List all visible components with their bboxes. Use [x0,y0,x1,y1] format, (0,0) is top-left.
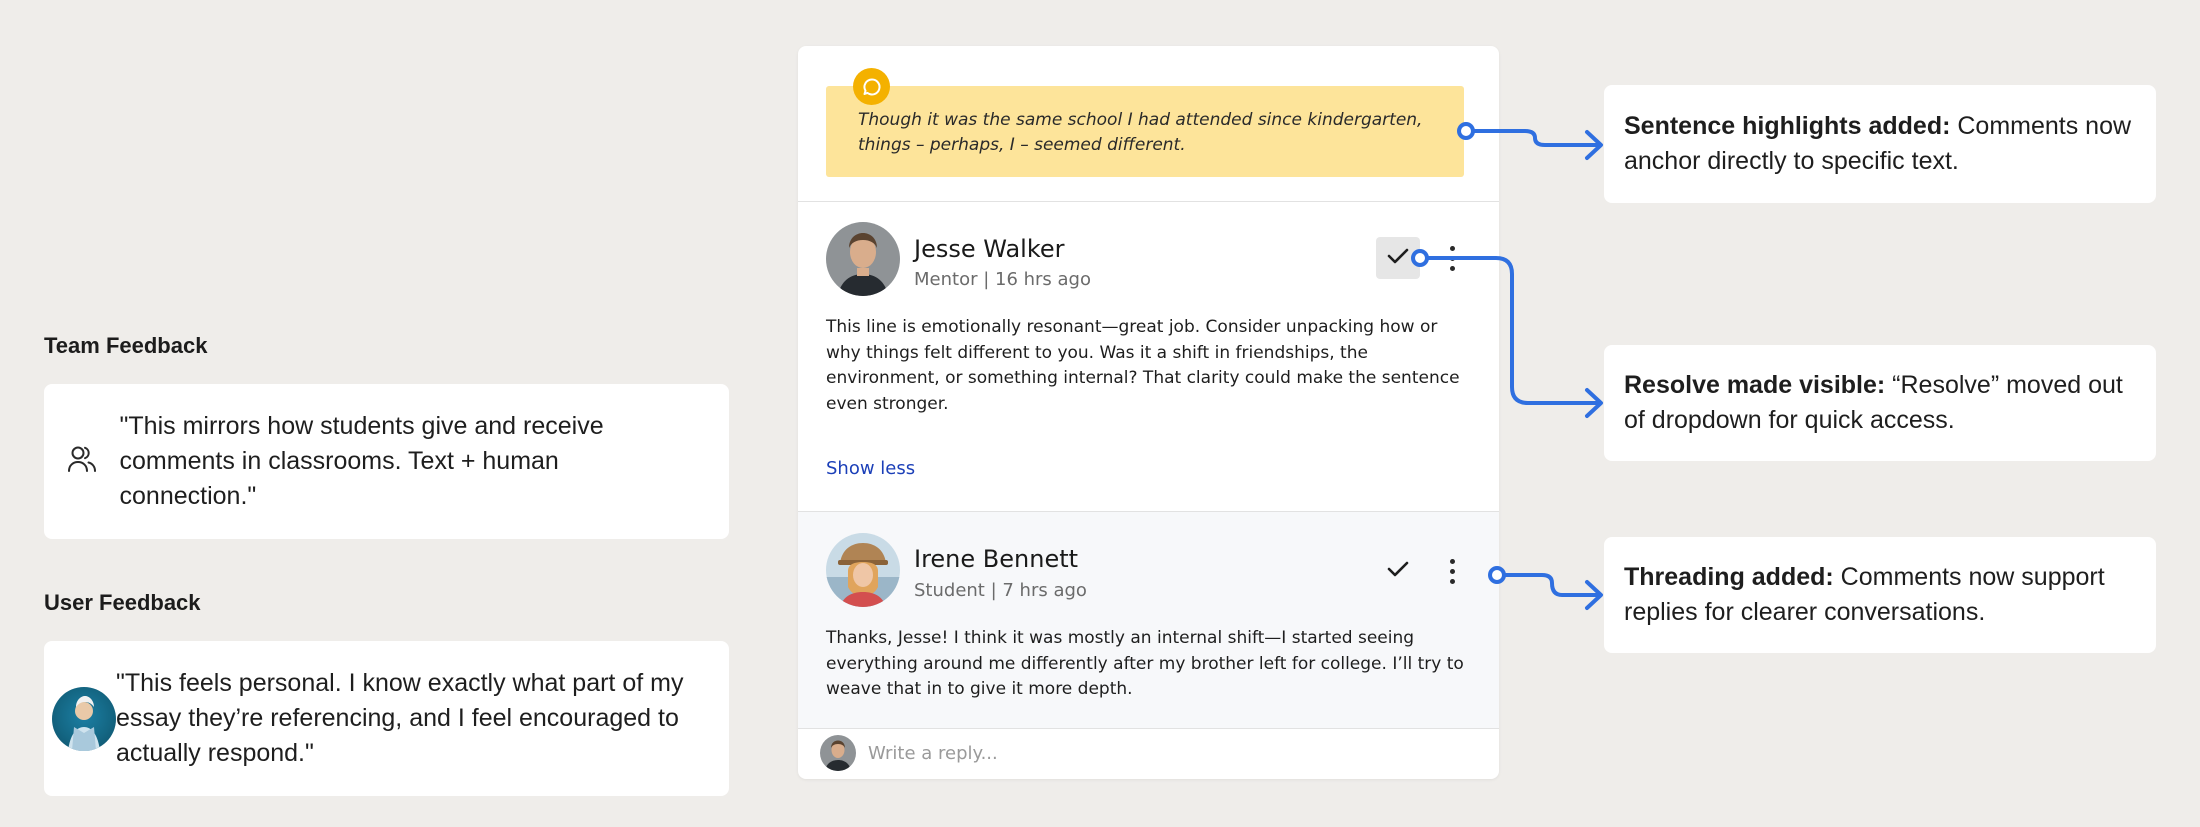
annotation-title: Threading added: [1624,563,1834,591]
avatar [826,222,900,296]
users-icon [66,443,98,480]
reply-composer [798,729,1499,779]
avatar [826,533,900,607]
commenter-name[interactable]: Jesse Walker [914,235,1065,263]
check-icon [1387,247,1409,270]
user-feedback-card: "This feels personal. I know exactly wha… [44,641,729,796]
team-feedback-quote: "This mirrors how students give and rece… [119,412,604,510]
more-options-icon[interactable] [1440,551,1464,591]
resolve-button[interactable] [1376,550,1420,592]
user-feedback-avatar [52,686,116,751]
arrow-head [1585,388,1603,418]
reply-input[interactable] [868,731,1468,775]
more-options-icon[interactable] [1440,238,1464,278]
annotation-title: Resolve made visible: [1624,371,1886,399]
comment-panel: Though it was the same school I had atte… [798,46,1499,779]
team-feedback-title: Team Feedback [44,333,208,358]
annotation-threading: Threading added: Comments now support re… [1604,537,2156,653]
annotation-sentence-highlights: Sentence highlights added: Comments now … [1604,85,2156,203]
team-feedback-card: "This mirrors how students give and rece… [44,384,729,539]
comment-body: This line is emotionally resonant—great … [826,317,1460,414]
user-feedback-title: User Feedback [44,590,201,615]
comment-thread-item: Jesse Walker Mentor | 16 hrs ago This li… [798,202,1499,511]
commenter-name[interactable]: Irene Bennett [914,545,1078,573]
comment-meta: Student | 7 hrs ago [914,580,1087,601]
connector-arrow [1495,573,1602,597]
show-less-link[interactable]: Show less [826,458,915,479]
user-feedback-quote: "This feels personal. I know exactly wha… [116,669,684,767]
comment-meta: Mentor | 16 hrs ago [914,269,1091,290]
avatar [820,735,856,771]
highlighted-sentence-text: Though it was the same school I had atte… [858,110,1423,155]
arrow-head [1585,130,1603,160]
highlight-section: Though it was the same school I had atte… [798,46,1499,201]
annotation-title: Sentence highlights added: [1624,112,1951,140]
arrow-head [1585,580,1603,610]
resolve-button[interactable] [1376,237,1420,279]
annotation-resolve-visible: Resolve made visible: “Resolve” moved ou… [1604,345,2156,461]
comment-body: Thanks, Jesse! I think it was mostly an … [826,628,1464,699]
highlighted-sentence[interactable]: Though it was the same school I had atte… [826,86,1464,177]
check-icon [1387,560,1409,583]
comment-bubble-icon [853,68,890,105]
comment-reply-item: Irene Bennett Student | 7 hrs ago Thanks… [798,512,1499,728]
